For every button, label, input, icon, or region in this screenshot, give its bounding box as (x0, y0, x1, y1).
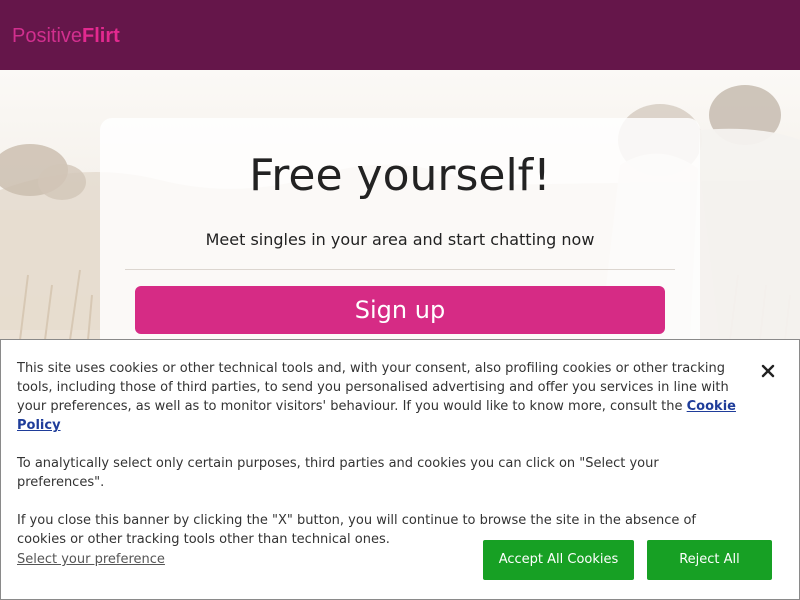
close-icon[interactable] (757, 360, 779, 382)
top-navbar: PositiveFlirt (0, 0, 800, 70)
reject-all-button[interactable]: Reject All (647, 540, 772, 580)
hero-subtitle: Meet singles in your area and start chat… (205, 230, 595, 249)
logo-text-flirt: Flirt (82, 25, 120, 47)
card-divider (125, 269, 675, 270)
signup-button[interactable]: Sign up (135, 286, 665, 334)
site-logo[interactable]: PositiveFlirt (12, 24, 120, 48)
cookie-paragraph-1: This site uses cookies or other technica… (17, 359, 737, 435)
cookie-consent-banner: This site uses cookies or other technica… (0, 339, 800, 600)
logo-text-positive: Positive (12, 25, 83, 47)
cookie-banner-text: This site uses cookies or other technica… (17, 359, 737, 568)
cookie-paragraph-2: To analytically select only certain purp… (17, 456, 659, 490)
accept-all-cookies-button[interactable]: Accept All Cookies (483, 540, 634, 580)
cookie-paragraph-1-text: This site uses cookies or other technica… (17, 361, 729, 414)
select-preferences-link[interactable]: Select your preference (17, 550, 165, 569)
hero-title: Free yourself! (249, 150, 551, 201)
